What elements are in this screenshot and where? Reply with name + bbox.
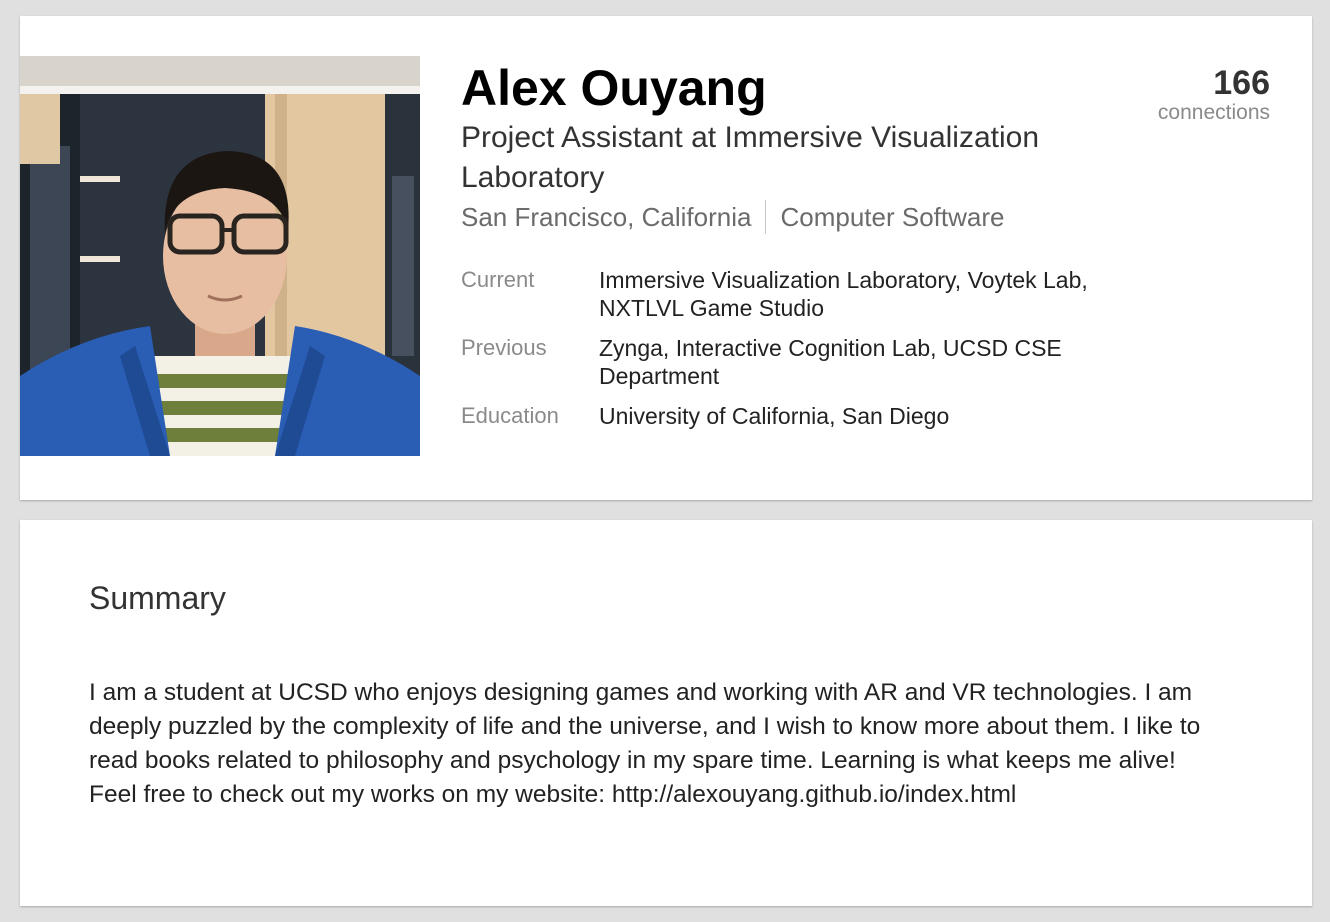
profile-photo-image: [20, 56, 420, 456]
detail-value[interactable]: Zynga, Interactive Cognition Lab, UCSD C…: [599, 334, 1129, 390]
profile-meta: San Francisco, California Computer Softw…: [461, 200, 1004, 234]
detail-label: Education: [461, 403, 559, 428]
summary-text: I am a student at UCSD who enjoys design…: [89, 679, 1201, 808]
connections-number: 166: [1213, 64, 1270, 102]
connections-label: connections: [1157, 101, 1270, 124]
profile-photo[interactable]: [20, 56, 420, 456]
profile-headline: Project Assistant at Immersive Visualiza…: [461, 121, 1040, 194]
profile-industry[interactable]: Computer Software: [780, 200, 1004, 234]
detail-label: Current: [461, 267, 535, 292]
summary-title: Summary: [89, 580, 226, 616]
profile-location[interactable]: San Francisco, California: [461, 200, 751, 234]
detail-value[interactable]: University of California, San Diego: [599, 402, 1129, 430]
connections-count: 166 connections: [1158, 64, 1270, 124]
profile-name: Alex Ouyang: [461, 60, 767, 116]
summary-card: Summary I am a student at UCSD who enjoy…: [20, 520, 1312, 906]
detail-row-education: Education University of California, San …: [461, 402, 1161, 430]
detail-value[interactable]: Immersive Visualization Laboratory, Voyt…: [599, 266, 1129, 322]
detail-row-previous: Previous Zynga, Interactive Cognition La…: [461, 334, 1161, 390]
profile-details: Current Immersive Visualization Laborato…: [461, 266, 1161, 442]
meta-divider: [765, 200, 767, 234]
detail-label: Previous: [461, 335, 547, 360]
detail-row-current: Current Immersive Visualization Laborato…: [461, 266, 1161, 322]
profile-card: Alex Ouyang Project Assistant at Immersi…: [20, 16, 1312, 500]
